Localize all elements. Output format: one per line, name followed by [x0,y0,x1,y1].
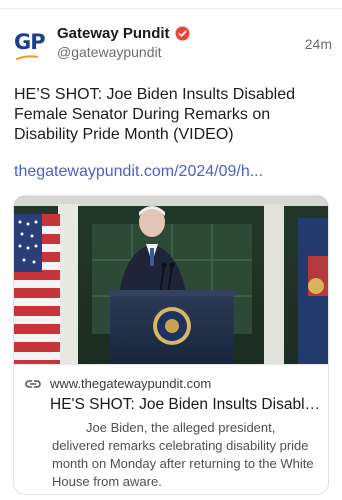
verified-badge-icon [175,26,190,41]
card-meta: www.thegatewaypundit.com HE'S SHOT: Joe … [14,364,328,494]
card-domain[interactable]: www.thegatewaypundit.com [50,376,211,391]
preview-image[interactable] [14,196,329,364]
logo-swoosh-icon [16,55,38,60]
author-handle[interactable]: @gatewaypundit [57,44,190,60]
card-description: Joe Biden, the alleged president, delive… [52,420,314,489]
link-preview-card[interactable]: www.thegatewaypundit.com HE'S SHOT: Joe … [13,195,329,495]
link-chain-icon [25,380,41,388]
author-info: Gateway Pundit @gatewaypundit [57,25,190,60]
author-name[interactable]: Gateway Pundit [57,25,170,42]
gateway-pundit-logo: GP [14,30,46,54]
card-title[interactable]: HE'S SHOT: Joe Biden Insults Disable... [50,396,322,414]
avatar[interactable]: GP [14,29,46,61]
post-card[interactable]: GP Gateway Pundit @gatewaypundit 24m HE’… [0,8,342,500]
post-timestamp[interactable]: 24m [305,36,332,52]
post-header: GP Gateway Pundit @gatewaypundit 24m [14,23,332,67]
author-name-row: Gateway Pundit [57,25,190,42]
post-link[interactable]: thegatewaypundit.com/2024/09/h... [14,163,332,181]
post-text: HE’S SHOT: Joe Biden Insults Disabled Fe… [14,86,296,143]
